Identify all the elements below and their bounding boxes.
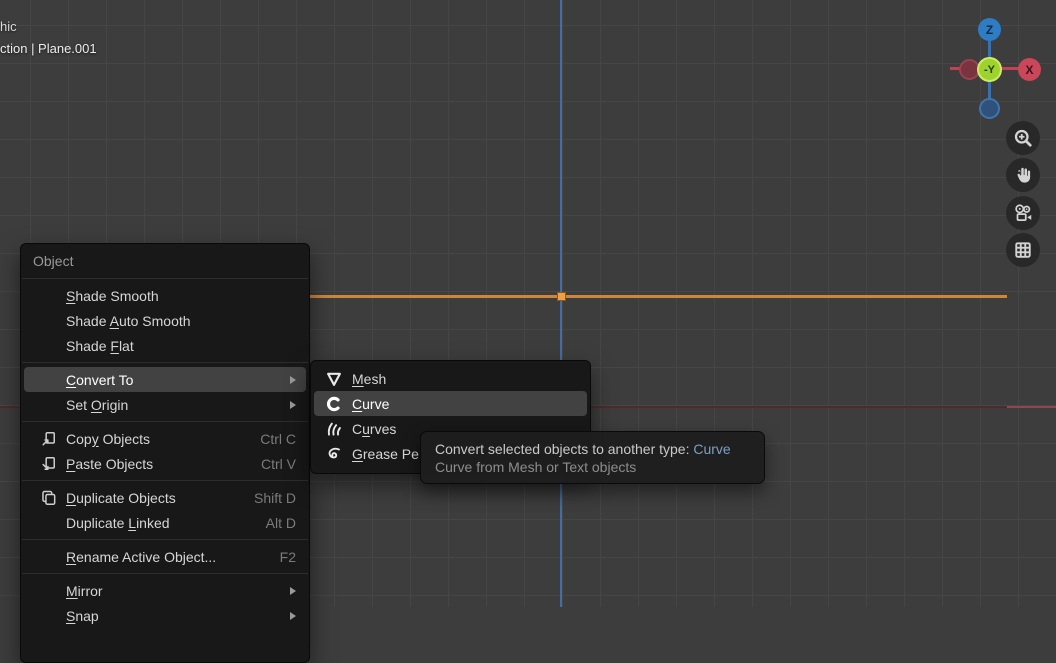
menu-separator	[22, 278, 308, 279]
menu-separator	[22, 362, 308, 363]
shortcut-label: Shift D	[254, 490, 296, 506]
copy-icon	[37, 430, 59, 447]
shortcut-label: Ctrl C	[260, 431, 296, 447]
tooltip-description: Curve from Mesh or Text objects	[435, 458, 764, 476]
shortcut-label: F2	[280, 549, 296, 565]
icon-spacer	[37, 371, 59, 388]
object-context-menu: Object Shade Smooth Shade Auto Smooth Sh…	[20, 243, 310, 663]
grid-ortho-icon	[1013, 240, 1033, 260]
tooltip-type-link: Curve	[693, 441, 730, 457]
menu-item-convert-to[interactable]: Convert To	[24, 367, 306, 392]
icon-spacer	[37, 582, 59, 599]
submenu-arrow-icon	[290, 401, 296, 409]
submenu-arrow-icon	[290, 376, 296, 384]
menu-item-rename-active-object[interactable]: Rename Active Object... F2	[24, 544, 306, 569]
gizmo-z-ball[interactable]: Z	[978, 18, 1001, 41]
icon-spacer	[37, 312, 59, 329]
mesh-icon	[323, 370, 345, 387]
view-name-overlay: hic	[0, 19, 17, 34]
object-origin-dot	[557, 292, 566, 301]
camera-view-icon	[1013, 203, 1033, 223]
menu-item-duplicate-objects[interactable]: Duplicate Objects Shift D	[24, 485, 306, 510]
shortcut-label: Ctrl V	[261, 456, 296, 472]
context-menu-title: Object	[21, 249, 309, 274]
tooltip: Convert selected objects to another type…	[420, 431, 765, 484]
x-axis-line	[1007, 406, 1056, 408]
menu-item-shade-smooth[interactable]: Shade Smooth	[24, 283, 306, 308]
menu-separator	[22, 421, 308, 422]
menu-item-curve[interactable]: Curve	[314, 391, 587, 416]
grease-pencil-icon	[323, 445, 345, 462]
tooltip-main-line: Convert selected objects to another type…	[435, 440, 764, 458]
icon-spacer	[37, 548, 59, 565]
menu-item-set-origin[interactable]: Set Origin	[24, 392, 306, 417]
menu-item-copy-objects[interactable]: Copy Objects Ctrl C	[24, 426, 306, 451]
gizmo-x-ball[interactable]: X	[1018, 58, 1041, 81]
pan-button[interactable]	[1006, 158, 1040, 192]
submenu-arrow-icon	[290, 612, 296, 620]
gizmo-negative-z-ball[interactable]	[979, 98, 1000, 119]
menu-item-duplicate-linked[interactable]: Duplicate Linked Alt D	[24, 510, 306, 535]
pan-hand-icon	[1013, 165, 1033, 185]
curve-icon	[323, 395, 345, 412]
active-object-overlay: ction | Plane.001	[0, 41, 97, 56]
perspective-toggle-button[interactable]	[1006, 233, 1040, 267]
z-axis-line	[560, 0, 562, 607]
menu-item-shade-auto-smooth[interactable]: Shade Auto Smooth	[24, 308, 306, 333]
navigation-gizmo[interactable]: Z X -Y	[930, 8, 1050, 128]
icon-spacer	[37, 607, 59, 624]
menu-item-paste-objects[interactable]: Paste Objects Ctrl V	[24, 451, 306, 476]
menu-separator	[22, 573, 308, 574]
icon-spacer	[37, 337, 59, 354]
zoom-button[interactable]	[1006, 121, 1040, 155]
camera-view-button[interactable]	[1006, 196, 1040, 230]
menu-item-mirror[interactable]: Mirror	[24, 578, 306, 603]
zoom-icon	[1013, 128, 1033, 148]
submenu-arrow-icon	[290, 587, 296, 595]
icon-spacer	[37, 287, 59, 304]
curves-icon	[323, 420, 345, 437]
gizmo-negative-y-ball[interactable]: -Y	[977, 57, 1002, 82]
icon-spacer	[37, 396, 59, 413]
menu-item-shade-flat[interactable]: Shade Flat	[24, 333, 306, 358]
icon-spacer	[37, 514, 59, 531]
menu-item-mesh[interactable]: Mesh	[314, 366, 587, 391]
menu-separator	[22, 480, 308, 481]
menu-separator	[22, 539, 308, 540]
shortcut-label: Alt D	[266, 515, 296, 531]
paste-icon	[37, 455, 59, 472]
duplicate-icon	[37, 489, 59, 506]
